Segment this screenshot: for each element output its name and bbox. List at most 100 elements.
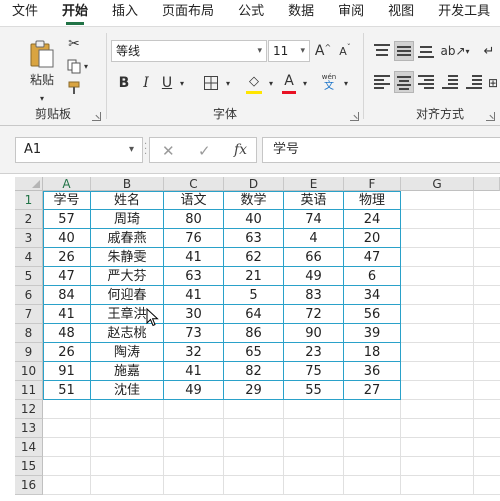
table-cell[interactable]: 72 — [284, 305, 344, 324]
row-header[interactable]: 3 — [15, 229, 43, 248]
table-cell[interactable]: 34 — [344, 286, 401, 305]
header-cell[interactable]: 姓名 — [91, 191, 164, 210]
table-cell[interactable]: 沈佳 — [91, 381, 164, 400]
row-header[interactable]: 1 — [15, 191, 43, 210]
row-header[interactable]: 15 — [15, 457, 43, 476]
alignment-launcher-icon[interactable] — [486, 112, 495, 121]
tab-7[interactable]: 视图 — [376, 0, 426, 26]
table-cell[interactable]: 63 — [224, 229, 284, 248]
table-cell[interactable]: 6 — [344, 267, 401, 286]
tab-0[interactable]: 文件 — [0, 0, 50, 26]
table-cell[interactable]: 5 — [224, 286, 284, 305]
phonetic-button[interactable]: wén 文 — [318, 70, 340, 96]
tab-8[interactable]: 开发工具 — [426, 0, 500, 26]
insert-function-icon[interactable]: fx — [234, 142, 247, 158]
border-button[interactable] — [200, 72, 222, 94]
table-cell[interactable]: 57 — [43, 210, 91, 229]
table-cell[interactable]: 21 — [224, 267, 284, 286]
table-cell[interactable]: 73 — [164, 324, 224, 343]
merge-cells-button[interactable]: ⊞ — [486, 72, 500, 94]
table-cell[interactable]: 47 — [344, 248, 401, 267]
table-cell[interactable]: 26 — [43, 343, 91, 362]
table-cell[interactable]: 51 — [43, 381, 91, 400]
align-right-icon[interactable] — [418, 75, 434, 89]
formula-splitter-icon[interactable]: · · · — [144, 140, 148, 160]
increase-indent-icon[interactable] — [466, 75, 482, 89]
table-cell[interactable]: 49 — [164, 381, 224, 400]
table-cell[interactable]: 周琦 — [91, 210, 164, 229]
align-center-icon[interactable] — [394, 71, 414, 93]
table-cell[interactable]: 朱静雯 — [91, 248, 164, 267]
row-header[interactable]: 6 — [15, 286, 43, 305]
table-cell[interactable]: 41 — [164, 248, 224, 267]
table-cell[interactable]: 64 — [224, 305, 284, 324]
clipboard-launcher-icon[interactable] — [92, 112, 101, 121]
column-header[interactable]: G — [401, 177, 474, 191]
table-cell[interactable]: 62 — [224, 248, 284, 267]
align-top-icon[interactable] — [374, 44, 390, 58]
table-cell[interactable]: 56 — [344, 305, 401, 324]
fill-color-dropdown[interactable]: ▾ — [266, 72, 276, 94]
row-header[interactable]: 2 — [15, 210, 43, 229]
table-cell[interactable]: 65 — [224, 343, 284, 362]
row-header[interactable]: 4 — [15, 248, 43, 267]
table-cell[interactable]: 48 — [43, 324, 91, 343]
column-header[interactable]: E — [284, 177, 344, 191]
table-cell[interactable]: 74 — [284, 210, 344, 229]
row-header[interactable]: 12 — [15, 400, 43, 419]
column-header[interactable]: F — [344, 177, 401, 191]
confirm-icon[interactable]: ✓ — [198, 142, 211, 160]
table-cell[interactable]: 26 — [43, 248, 91, 267]
table-cell[interactable]: 55 — [284, 381, 344, 400]
table-cell[interactable]: 戚春燕 — [91, 229, 164, 248]
column-header[interactable]: A — [43, 177, 91, 191]
underline-button[interactable]: U — [158, 72, 176, 94]
phonetic-dropdown[interactable]: ▾ — [341, 72, 351, 94]
table-cell[interactable]: 4 — [284, 229, 344, 248]
table-cell[interactable]: 陶涛 — [91, 343, 164, 362]
table-cell[interactable]: 18 — [344, 343, 401, 362]
table-cell[interactable]: 40 — [224, 210, 284, 229]
align-bottom-icon[interactable] — [418, 44, 434, 58]
column-header[interactable]: C — [164, 177, 224, 191]
formula-input[interactable]: 学号 — [262, 137, 500, 163]
row-header[interactable]: 14 — [15, 438, 43, 457]
font-launcher-icon[interactable] — [350, 112, 359, 121]
wrap-text-button[interactable]: ↵ — [478, 40, 500, 62]
table-cell[interactable]: 27 — [344, 381, 401, 400]
table-cell[interactable]: 39 — [344, 324, 401, 343]
tab-3[interactable]: 页面布局 — [150, 0, 226, 26]
table-cell[interactable]: 严大芬 — [91, 267, 164, 286]
copy-button[interactable]: ▾ — [62, 57, 92, 75]
row-header[interactable]: 5 — [15, 267, 43, 286]
table-cell[interactable]: 66 — [284, 248, 344, 267]
orientation-button[interactable]: ab↗ ▾ — [440, 40, 469, 62]
table-cell[interactable]: 40 — [43, 229, 91, 248]
table-cell[interactable]: 何迎春 — [91, 286, 164, 305]
cancel-icon[interactable]: ✕ — [162, 142, 175, 160]
format-painter-button[interactable] — [64, 79, 84, 97]
table-cell[interactable]: 86 — [224, 324, 284, 343]
table-cell[interactable]: 41 — [164, 286, 224, 305]
table-cell[interactable]: 24 — [344, 210, 401, 229]
font-color-dropdown[interactable]: ▾ — [300, 72, 310, 94]
table-cell[interactable]: 49 — [284, 267, 344, 286]
header-cell[interactable]: 英语 — [284, 191, 344, 210]
tab-2[interactable]: 插入 — [100, 0, 150, 26]
decrease-indent-icon[interactable] — [442, 75, 458, 89]
table-cell[interactable]: 83 — [284, 286, 344, 305]
border-dropdown[interactable]: ▾ — [223, 72, 233, 94]
font-size-select[interactable]: 11 ▾ — [268, 40, 310, 62]
row-header[interactable]: 10 — [15, 362, 43, 381]
row-header[interactable]: 16 — [15, 476, 43, 495]
header-cell[interactable]: 学号 — [43, 191, 91, 210]
tab-4[interactable]: 公式 — [226, 0, 276, 26]
table-cell[interactable]: 47 — [43, 267, 91, 286]
tab-5[interactable]: 数据 — [276, 0, 326, 26]
table-cell[interactable]: 75 — [284, 362, 344, 381]
tab-1[interactable]: 开始 — [50, 0, 100, 26]
table-cell[interactable]: 施嘉 — [91, 362, 164, 381]
shrink-font-button[interactable]: Aˇ — [335, 40, 355, 62]
table-cell[interactable]: 36 — [344, 362, 401, 381]
row-header[interactable]: 9 — [15, 343, 43, 362]
